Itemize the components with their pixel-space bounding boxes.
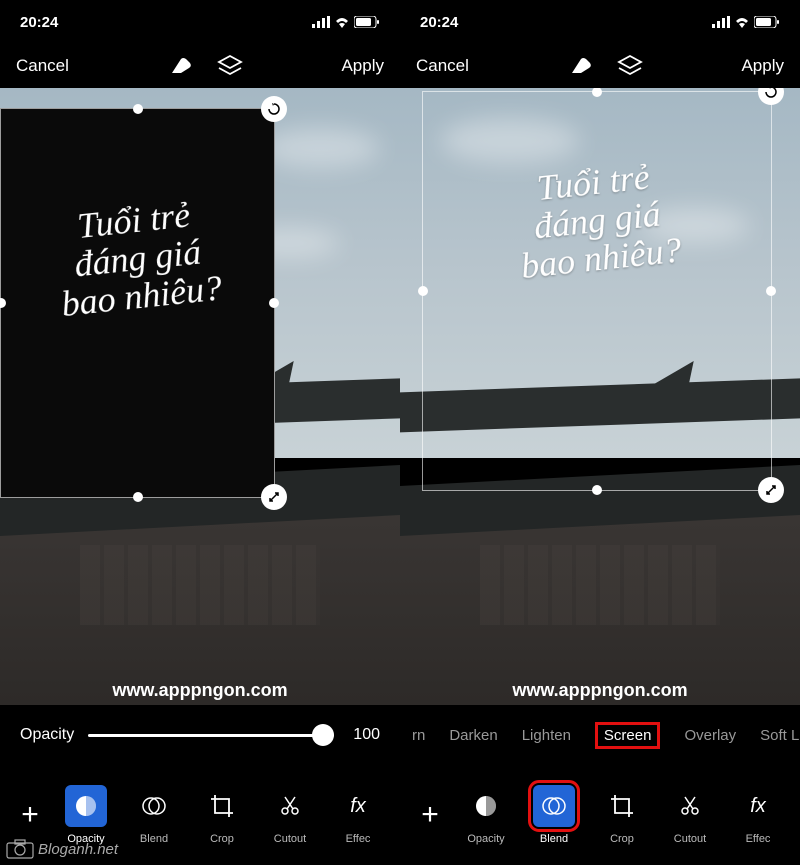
blend-mode-screen[interactable]: Screen	[595, 722, 661, 749]
blend-mode-lighten[interactable]: Lighten	[522, 727, 571, 744]
watermark-text: www.apppngon.com	[512, 680, 687, 701]
blend-icon	[133, 785, 175, 827]
scale-button[interactable]	[261, 484, 287, 510]
status-time: 20:24	[420, 14, 458, 31]
add-button[interactable]: +	[8, 798, 52, 832]
opacity-slider-row: Opacity 100	[0, 705, 400, 765]
overlay-script-text: Tuổi trẻ đáng giá bao nhiêu?	[460, 150, 735, 290]
tool-effect[interactable]: fx Effec	[724, 785, 792, 845]
blend-mode-overlay[interactable]: Overlay	[684, 727, 736, 744]
status-time: 20:24	[20, 14, 58, 31]
tool-effect[interactable]: fx Effec	[324, 785, 392, 845]
phone-screen-left: 20:24 Cancel Apply Tuổi trẻ đáng giá	[0, 0, 400, 865]
cancel-button[interactable]: Cancel	[16, 56, 69, 76]
eraser-icon[interactable]	[567, 55, 593, 77]
tool-opacity[interactable]: Opacity	[452, 785, 520, 845]
tool-label: Crop	[210, 833, 234, 845]
status-icons	[312, 16, 380, 28]
rotate-button[interactable]	[261, 96, 287, 122]
tool-crop[interactable]: Crop	[188, 785, 256, 845]
tool-cutout[interactable]: Cutout	[656, 785, 724, 845]
tool-blend[interactable]: Blend	[520, 785, 588, 845]
status-bar: 20:24	[400, 0, 800, 44]
status-bar: 20:24	[0, 0, 400, 44]
resize-handle-right[interactable]	[269, 298, 279, 308]
blend-mode-softlight[interactable]: Soft Light	[760, 727, 800, 744]
layers-icon[interactable]	[217, 54, 243, 78]
resize-handle-bottom[interactable]	[133, 492, 143, 502]
watermark-text: www.apppngon.com	[112, 680, 287, 701]
blend-mode-darken[interactable]: Darken	[449, 727, 497, 744]
crop-icon	[601, 785, 643, 827]
tool-label: Cutout	[674, 833, 706, 845]
blog-logo: Bloganh.net	[6, 839, 118, 859]
apply-button[interactable]: Apply	[341, 56, 384, 76]
opacity-icon	[65, 785, 107, 827]
add-button[interactable]: +	[408, 798, 452, 832]
tool-label: Cutout	[274, 833, 306, 845]
wifi-icon	[734, 16, 750, 28]
crop-icon	[201, 785, 243, 827]
text-overlay-layer[interactable]: Tuổi trẻ đáng giá bao nhiêu?	[422, 91, 772, 491]
tool-label: Blend	[140, 833, 168, 845]
top-bar: Cancel Apply	[0, 44, 400, 88]
opacity-slider[interactable]	[88, 734, 334, 737]
resize-handle-right[interactable]	[766, 286, 776, 296]
wifi-icon	[334, 16, 350, 28]
blend-icon	[533, 785, 575, 827]
phone-screen-right: 20:24 Cancel Apply Tuổi trẻ đáng giá	[400, 0, 800, 865]
layers-icon[interactable]	[617, 54, 643, 78]
tool-label: Effec	[746, 833, 771, 845]
canvas[interactable]: Tuổi trẻ đáng giá bao nhiêu?	[0, 88, 400, 705]
tool-crop[interactable]: Crop	[588, 785, 656, 845]
blend-mode-partial[interactable]: rn	[412, 727, 425, 744]
opacity-label: Opacity	[20, 726, 74, 744]
resize-handle-top[interactable]	[133, 104, 143, 114]
tool-label: Effec	[346, 833, 371, 845]
text-overlay-layer[interactable]: Tuổi trẻ đáng giá bao nhiêu?	[0, 108, 275, 498]
resize-handle-left[interactable]	[418, 286, 428, 296]
battery-icon	[754, 16, 780, 28]
camera-icon	[6, 839, 34, 859]
tool-cutout[interactable]: Cutout	[256, 785, 324, 845]
tool-opacity[interactable]: Opacity	[52, 785, 120, 845]
opacity-icon	[465, 785, 507, 827]
resize-handle-bottom[interactable]	[592, 485, 602, 495]
cutout-icon	[269, 785, 311, 827]
tool-label: Opacity	[467, 833, 504, 845]
top-bar: Cancel Apply	[400, 44, 800, 88]
resize-handle-top[interactable]	[592, 88, 602, 97]
overlay-script-text: Tuổi trẻ đáng giá bao nhiêu?	[28, 192, 246, 326]
tool-label: Blend	[540, 833, 568, 845]
opacity-value: 100	[348, 726, 380, 744]
blend-mode-row: rn Darken Lighten Screen Overlay Soft Li…	[400, 705, 800, 765]
eraser-icon[interactable]	[167, 55, 193, 77]
slider-thumb[interactable]	[312, 724, 334, 746]
tool-blend[interactable]: Blend	[120, 785, 188, 845]
scale-button[interactable]	[758, 477, 784, 503]
resize-handle-left[interactable]	[0, 298, 6, 308]
signal-icon	[712, 16, 730, 28]
tool-row: + Opacity Blend Crop	[400, 765, 800, 865]
signal-icon	[312, 16, 330, 28]
bottom-panel: rn Darken Lighten Screen Overlay Soft Li…	[400, 705, 800, 865]
cancel-button[interactable]: Cancel	[416, 56, 469, 76]
battery-icon	[354, 16, 380, 28]
apply-button[interactable]: Apply	[741, 56, 784, 76]
effect-icon: fx	[337, 785, 379, 827]
canvas[interactable]: Tuổi trẻ đáng giá bao nhiêu?	[400, 88, 800, 705]
status-icons	[712, 16, 780, 28]
cutout-icon	[669, 785, 711, 827]
effect-icon: fx	[737, 785, 779, 827]
tool-label: Crop	[610, 833, 634, 845]
